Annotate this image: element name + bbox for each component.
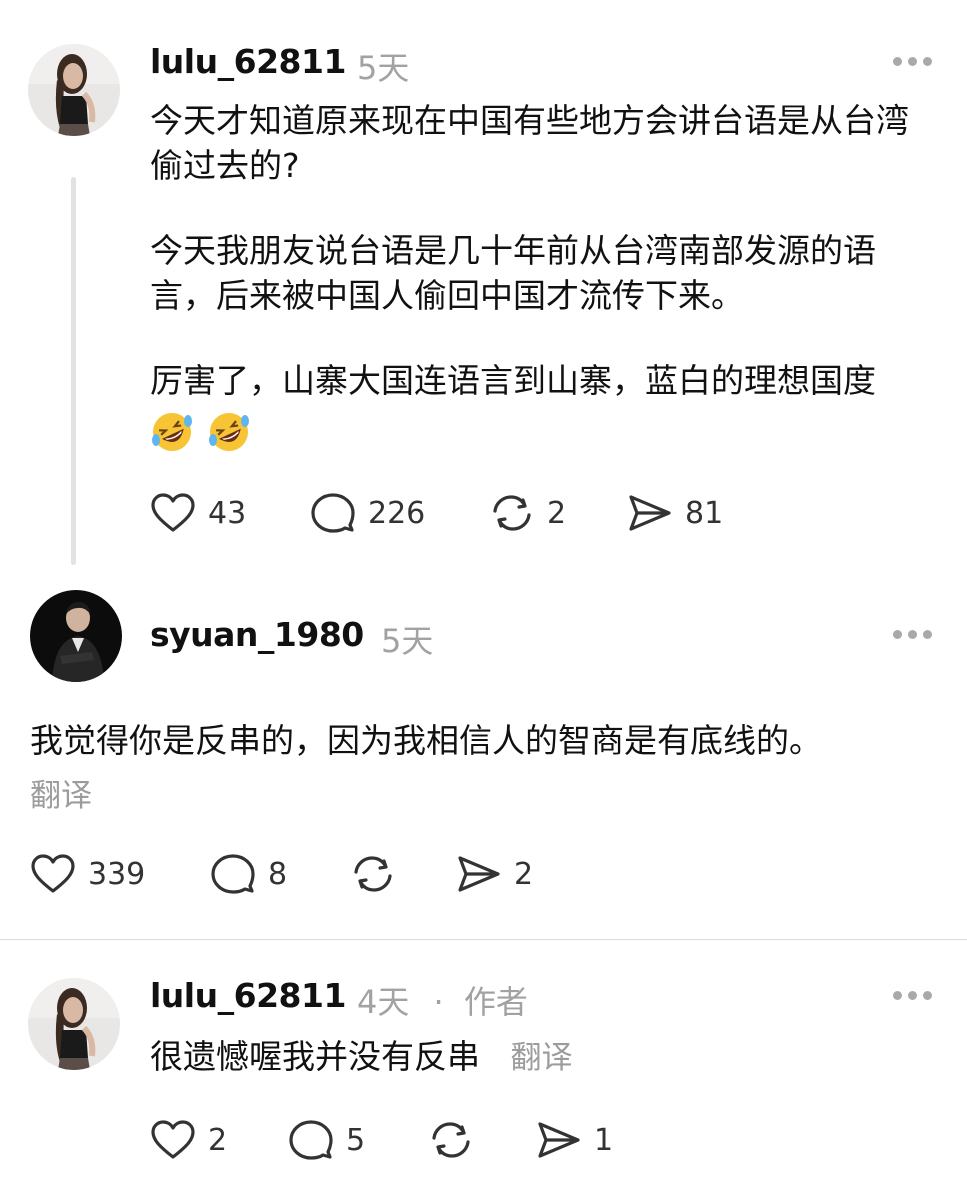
reply-text-row: 很遗憾喔我并没有反串 翻译 [150,1034,940,1081]
send-icon [538,1122,580,1158]
repost-icon [493,495,531,531]
reply-count: 226 [368,495,426,531]
reply-text: 我觉得你是反串的，因为我相信人的智商是有底线的。 [30,721,822,760]
username[interactable]: lulu_62811 [150,42,346,81]
more-options-icon[interactable] [893,991,938,1000]
username[interactable]: syuan_1980 [150,615,364,654]
share-button[interactable]: 81 [627,492,723,534]
rolling-laughing-emoji-icon [209,413,250,451]
repost-button[interactable] [428,1119,486,1161]
thread-line [71,177,76,565]
reply-button[interactable]: 5 [288,1119,365,1161]
share-button[interactable]: 1 [536,1119,613,1161]
repost-button[interactable] [350,853,408,895]
repost-icon [432,1122,470,1158]
like-count: 43 [208,495,247,531]
translate-link[interactable]: 翻译 [30,770,92,815]
divider [0,939,967,940]
heart-icon [31,854,75,893]
post-time: 5天 [381,622,434,660]
avatar[interactable] [30,590,122,682]
woman-portrait-avatar-icon [28,44,120,136]
repost-button[interactable]: 2 [489,492,566,534]
share-button[interactable]: 2 [456,853,533,895]
more-options-icon[interactable] [893,630,938,639]
comment-bubble-icon [311,493,355,533]
like-count: 339 [88,856,146,892]
reply-text: 很遗憾喔我并没有反串 [150,1037,480,1076]
post-paragraph-1: 今天才知道原来现在中国有些地方会讲台语是从台湾偷过去的? [150,101,909,185]
like-button[interactable]: 43 [150,492,246,534]
send-icon [458,856,500,892]
post-paragraph-2: 今天我朋友说台语是几十年前从台湾南部发源的语言，后来被中国人偷回中国才流传下来。 [150,231,876,315]
reply-button[interactable]: 8 [210,853,287,895]
meta-separator: · [433,983,444,1021]
like-count: 2 [208,1122,228,1158]
share-count: 1 [594,1122,614,1158]
emoji-row [150,410,259,454]
share-count: 2 [514,856,534,892]
author-tag: 作者 [463,983,528,1021]
repost-icon [354,856,392,892]
more-options-icon[interactable] [893,57,938,66]
man-portrait-avatar-icon [30,590,122,682]
like-button[interactable]: 339 [30,853,145,895]
post-meta: 4天 · 作者 [357,977,528,1023]
post-paragraph-3: 厉害了，山寨大国连语言到山寨，蓝白的理想国度 [150,358,940,403]
post-time: 5天 [357,49,410,87]
heart-icon [151,1120,195,1159]
avatar[interactable] [28,44,120,136]
post-time: 4天 [357,983,410,1021]
reply-button[interactable]: 226 [310,492,425,534]
share-count: 81 [685,495,724,531]
username[interactable]: lulu_62811 [150,976,346,1015]
avatar[interactable] [28,978,120,1070]
reply-count: 5 [346,1122,366,1158]
heart-icon [151,493,195,532]
reply-count: 8 [268,856,288,892]
translate-link[interactable]: 翻译 [511,1040,573,1076]
post-paragraph-3-text: 厉害了，山寨大国连语言到山寨，蓝白的理想国度 [150,361,876,400]
repost-count: 2 [547,495,567,531]
comment-bubble-icon [211,854,255,894]
like-button[interactable]: 2 [150,1119,227,1161]
send-icon [629,495,671,531]
woman-portrait-avatar-icon [28,978,120,1070]
rolling-laughing-emoji-icon [152,413,192,451]
comment-bubble-icon [289,1120,333,1160]
